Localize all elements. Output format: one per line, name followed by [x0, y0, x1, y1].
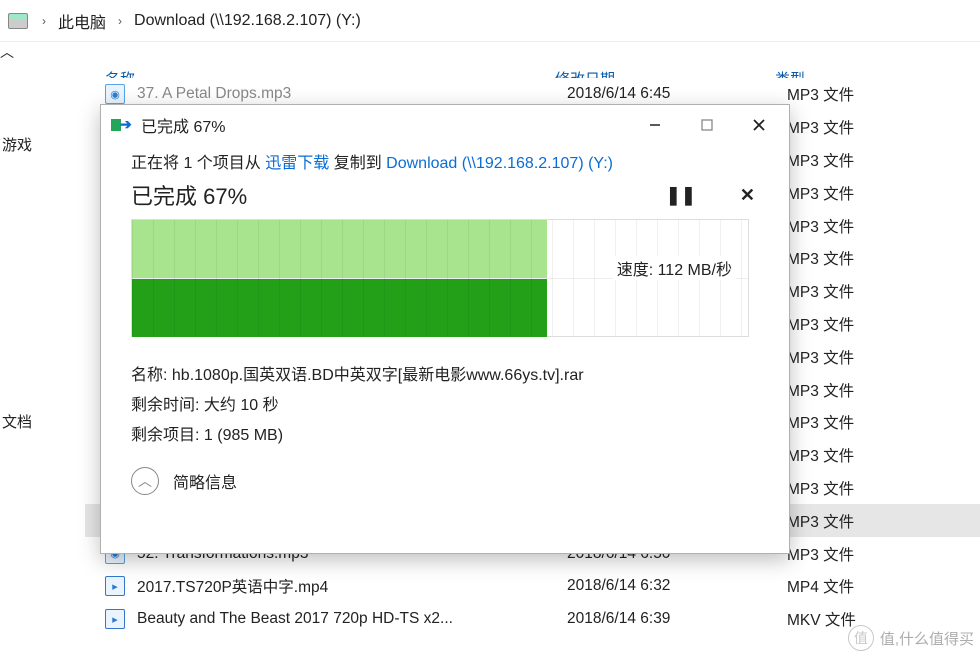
sort-indicator-icon: ︿ — [0, 44, 14, 60]
file-type: MP3 文件 — [787, 543, 947, 565]
file-date: 2018/6/14 6:32 — [567, 577, 787, 595]
file-name: Beauty and The Beast 2017 720p HD-TS x2.… — [137, 610, 567, 628]
file-type: MP3 文件 — [787, 116, 947, 138]
file-type: MP3 文件 — [787, 444, 947, 466]
file-type: MP3 文件 — [787, 280, 947, 302]
file-date: 2018/6/14 6:45 — [567, 85, 787, 103]
minimize-button[interactable] — [629, 110, 681, 140]
fewer-details-toggle[interactable]: ︿ 简略信息 — [131, 467, 759, 495]
pause-button[interactable]: ❚❚ — [666, 185, 696, 206]
video-file-icon: ▸ — [105, 609, 125, 629]
done-percent-text: 已完成 67% — [131, 184, 247, 209]
dialog-titlebar[interactable]: 已完成 67% — [101, 105, 789, 145]
file-type: MP3 文件 — [787, 477, 947, 499]
file-name: 37. A Petal Drops.mp3 — [137, 85, 567, 103]
breadcrumb-root[interactable]: 此电脑 — [54, 7, 110, 35]
file-type: MP3 文件 — [787, 346, 947, 368]
copy-progress-dialog: 已完成 67% 正在将 1 个项目从 迅雷下载 复制到 Download (\\… — [100, 104, 790, 554]
speed-graph-history — [132, 220, 547, 278]
chevron-right-icon: › — [42, 14, 46, 28]
breadcrumb[interactable]: › 此电脑 › Download (\\192.168.2.107) (Y:) — [0, 0, 980, 42]
items-remaining-line: 剩余项目: 1 (985 MB) — [131, 421, 759, 445]
file-row[interactable]: ▸ 2017.TS720P英语中字.mp42018/6/14 6:32MP4 文件 — [85, 570, 980, 603]
speed-label: 速度: 112 MB/秒 — [613, 256, 736, 280]
watermark-text: 值,什么值得买 — [880, 628, 974, 649]
chevron-right-icon: › — [118, 14, 122, 28]
file-type: MP3 文件 — [787, 313, 947, 335]
file-name: 2017.TS720P英语中字.mp4 — [137, 575, 567, 597]
sidebar-item-games[interactable]: 游戏 — [0, 126, 85, 163]
watermark-logo-icon: 值 — [848, 625, 874, 651]
maximize-button[interactable] — [681, 110, 733, 140]
file-type: MP3 文件 — [787, 411, 947, 433]
file-type: MP4 文件 — [787, 575, 947, 597]
progress-fill — [132, 278, 547, 337]
speed-graph: 速度: 112 MB/秒 — [131, 219, 749, 337]
file-date: 2018/6/14 6:39 — [567, 610, 787, 628]
file-type: MP3 文件 — [787, 182, 947, 204]
sidebar-item-docs[interactable]: 文档 — [0, 403, 85, 440]
copy-icon — [111, 117, 131, 133]
video-file-icon: ▸ — [105, 576, 125, 596]
file-type: MP3 文件 — [787, 83, 947, 105]
breadcrumb-location[interactable]: Download (\\192.168.2.107) (Y:) — [130, 10, 365, 32]
time-remaining-line: 剩余时间: 大约 10 秒 — [131, 391, 759, 415]
copy-source-link[interactable]: 迅雷下载 — [265, 155, 329, 172]
file-type: MP3 文件 — [787, 379, 947, 401]
sidebar: 游戏 文档 — [0, 76, 85, 657]
file-type: MP3 文件 — [787, 247, 947, 269]
drive-icon — [8, 13, 28, 29]
close-button[interactable] — [733, 110, 785, 140]
copy-dest-link[interactable]: Download (\\192.168.2.107) (Y:) — [386, 155, 613, 172]
chevron-up-icon: ︿ — [131, 467, 159, 495]
file-type: MP3 文件 — [787, 510, 947, 532]
fewer-details-label: 简略信息 — [173, 469, 237, 493]
file-name-line: 名称: hb.1080p.国英双语.BD中英双字[最新电影www.66ys.tv… — [131, 361, 759, 385]
cancel-button[interactable]: ✕ — [740, 185, 755, 206]
file-type: MP3 文件 — [787, 149, 947, 171]
file-type: MP3 文件 — [787, 215, 947, 237]
audio-file-icon: ◉ — [105, 84, 125, 104]
copy-description: 正在将 1 个项目从 迅雷下载 复制到 Download (\\192.168.… — [131, 149, 759, 173]
file-row[interactable]: ▸ Beauty and The Beast 2017 720p HD-TS x2… — [85, 603, 980, 636]
dialog-title: 已完成 67% — [141, 113, 629, 137]
watermark: 值 值,什么值得买 — [848, 625, 974, 651]
